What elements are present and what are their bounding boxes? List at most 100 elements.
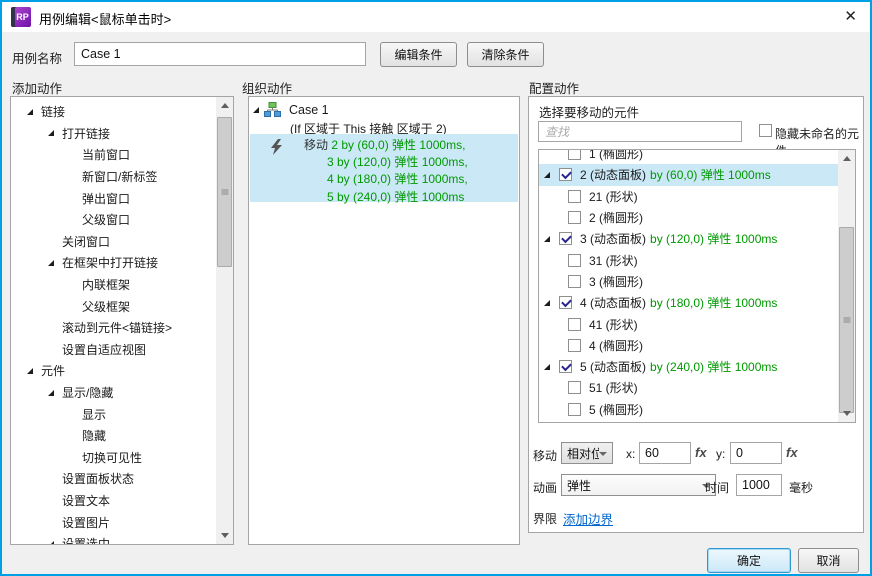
widget-row[interactable]: 31 (形状) xyxy=(539,249,838,270)
action-tree-item[interactable]: 父级框架 xyxy=(11,295,216,317)
scroll-down-icon[interactable] xyxy=(216,527,233,544)
animate-label: 动画 xyxy=(533,479,557,496)
expand-triangle-icon[interactable] xyxy=(27,368,41,374)
scrollbar[interactable] xyxy=(838,150,855,422)
time-input[interactable] xyxy=(736,474,782,496)
ok-button[interactable]: 确定 xyxy=(707,548,791,573)
add-boundary-link[interactable]: 添加边界 xyxy=(563,509,613,528)
action-line: 4 by (180,0) 弹性 1000ms, xyxy=(304,171,468,188)
add-actions-title: 添加动作 xyxy=(12,78,62,97)
checkbox[interactable] xyxy=(568,275,581,288)
move-mode-select[interactable]: 相对位置 xyxy=(561,442,613,464)
checkbox[interactable] xyxy=(568,339,581,352)
scroll-down-icon[interactable] xyxy=(838,405,855,422)
widget-row[interactable]: 4 (动态面板)by (180,0) 弹性 1000ms xyxy=(539,292,838,313)
case-node[interactable]: Case 1 xyxy=(253,102,329,117)
expand-triangle-icon[interactable] xyxy=(48,260,62,266)
action-tree-item[interactable]: 关闭窗口 xyxy=(11,231,216,253)
checkbox[interactable] xyxy=(568,211,581,224)
action-tree-item[interactable]: 链接 xyxy=(11,101,216,123)
y-input[interactable] xyxy=(730,442,782,464)
search-input[interactable] xyxy=(538,121,742,142)
expand-triangle-icon[interactable] xyxy=(544,300,557,306)
checkbox[interactable] xyxy=(568,381,581,394)
titlebar: RP 用例编辑<鼠标单击时> ✕ xyxy=(2,2,870,32)
action-tree-item[interactable]: 内联框架 xyxy=(11,274,216,296)
widget-row[interactable]: 5 (动态面板)by (240,0) 弹性 1000ms xyxy=(539,356,838,377)
x-fx-button[interactable]: fx xyxy=(695,445,707,460)
widget-row[interactable]: 3 (椭圆形) xyxy=(539,271,838,292)
widget-row[interactable]: 51 (形状) xyxy=(539,377,838,398)
scrollbar-thumb[interactable] xyxy=(217,117,232,267)
action-tree-item[interactable]: 设置文本 xyxy=(11,490,216,512)
widget-row[interactable]: 5 (椭圆形) xyxy=(539,399,838,420)
expand-triangle-icon[interactable] xyxy=(544,236,557,242)
checkbox[interactable] xyxy=(568,149,581,160)
configure-actions-panel: 选择要移动的元件 隐藏未命名的元件 1 (椭圆形)2 (动态面板)by (60,… xyxy=(528,96,864,533)
animation-select[interactable]: 弹性 xyxy=(561,474,716,496)
action-tree-item[interactable]: 父级窗口 xyxy=(11,209,216,231)
expand-triangle-icon[interactable] xyxy=(544,364,557,370)
checkbox[interactable] xyxy=(559,232,572,245)
expand-triangle-icon[interactable] xyxy=(253,107,259,113)
action-tree-item[interactable]: 设置图片 xyxy=(11,511,216,533)
widget-row[interactable]: 1 (椭圆形) xyxy=(539,149,838,164)
dialog-title: 用例编辑<鼠标单击时> xyxy=(39,9,171,28)
case-name-label: 用例名称 xyxy=(12,48,62,67)
action-tree-item[interactable]: 新窗口/新标签 xyxy=(11,166,216,188)
widget-label: 31 (形状) xyxy=(589,252,638,269)
action-tree-item[interactable]: 隐藏 xyxy=(11,425,216,447)
widget-row[interactable]: 4 (椭圆形) xyxy=(539,335,838,356)
y-fx-button[interactable]: fx xyxy=(786,445,798,460)
scrollbar-thumb[interactable] xyxy=(839,227,854,413)
widget-row[interactable]: 21 (形状) xyxy=(539,186,838,207)
expand-triangle-icon[interactable] xyxy=(48,130,62,136)
widget-row[interactable]: 3 (动态面板)by (120,0) 弹性 1000ms xyxy=(539,228,838,249)
action-tree-item[interactable]: 设置自适应视图 xyxy=(11,339,216,361)
action-tree-item[interactable]: 当前窗口 xyxy=(11,144,216,166)
widget-row[interactable]: 2 (动态面板)by (60,0) 弹性 1000ms xyxy=(539,164,838,185)
case-editor-dialog: RP 用例编辑<鼠标单击时> ✕ 用例名称 编辑条件 清除条件 添加动作 组织动… xyxy=(0,0,872,576)
scrollbar[interactable] xyxy=(216,97,233,544)
checkbox[interactable] xyxy=(559,168,572,181)
time-label: 时间 xyxy=(705,479,729,496)
action-tree-item[interactable]: 显示/隐藏 xyxy=(11,382,216,404)
scroll-up-icon[interactable] xyxy=(216,97,233,114)
widget-label: 1 (椭圆形) xyxy=(589,149,643,162)
x-input[interactable] xyxy=(639,442,691,464)
checkbox[interactable] xyxy=(568,254,581,267)
widget-label: 4 (椭圆形) xyxy=(589,337,643,354)
checkbox[interactable] xyxy=(568,318,581,331)
time-unit-label: 毫秒 xyxy=(789,479,813,496)
edit-condition-button[interactable]: 编辑条件 xyxy=(380,42,457,67)
hide-unnamed-checkbox[interactable] xyxy=(759,124,772,137)
scroll-up-icon[interactable] xyxy=(838,150,855,167)
clear-condition-button[interactable]: 清除条件 xyxy=(467,42,544,67)
checkbox[interactable] xyxy=(568,403,581,416)
bounds-label: 界限 xyxy=(533,510,557,527)
action-tree-item[interactable]: 打开链接 xyxy=(11,123,216,145)
action-tree-item[interactable]: 滚动到元件<锚链接> xyxy=(11,317,216,339)
widget-row[interactable]: 41 (形状) xyxy=(539,313,838,334)
action-tree-item[interactable]: 设置面板状态 xyxy=(11,468,216,490)
action-tree-item[interactable]: 元件 xyxy=(11,360,216,382)
expand-triangle-icon[interactable] xyxy=(48,390,62,396)
action-tree-item[interactable]: 切换可见性 xyxy=(11,447,216,469)
expand-triangle-icon[interactable] xyxy=(48,541,62,544)
checkbox[interactable] xyxy=(568,190,581,203)
widget-row[interactable]: 2 (椭圆形) xyxy=(539,207,838,228)
selected-action[interactable]: 移动 2 by (60,0) 弹性 1000ms,3 by (120,0) 弹性… xyxy=(250,134,518,202)
case-name-input[interactable] xyxy=(74,42,366,66)
widget-label: 3 (椭圆形) xyxy=(589,273,643,290)
expand-triangle-icon[interactable] xyxy=(544,172,557,178)
close-icon[interactable]: ✕ xyxy=(844,7,857,25)
action-tree-item[interactable]: 显示 xyxy=(11,403,216,425)
action-tree-item[interactable]: 在框架中打开链接 xyxy=(11,252,216,274)
checkbox[interactable] xyxy=(559,296,572,309)
action-tree-item[interactable]: 设置选中 xyxy=(11,533,216,544)
action-line: 3 by (120,0) 弹性 1000ms, xyxy=(304,154,468,171)
checkbox[interactable] xyxy=(559,360,572,373)
expand-triangle-icon[interactable] xyxy=(27,109,41,115)
action-tree-item[interactable]: 弹出窗口 xyxy=(11,187,216,209)
cancel-button[interactable]: 取消 xyxy=(798,548,859,573)
